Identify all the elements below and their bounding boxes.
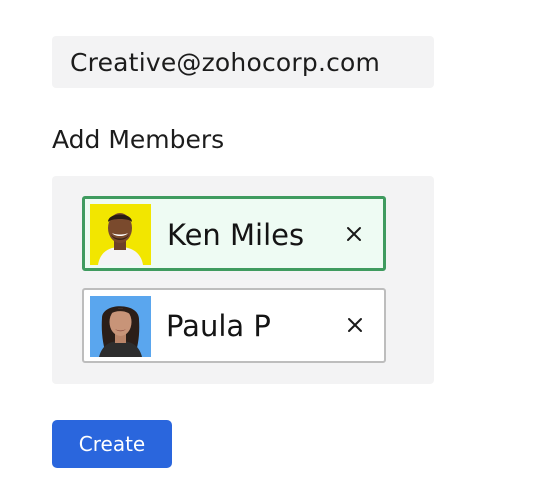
member-chip-ken-miles[interactable]: Ken Miles	[82, 196, 386, 271]
member-name: Ken Miles	[167, 218, 305, 252]
members-list: Ken Miles Paula P	[52, 176, 434, 384]
remove-member-button[interactable]	[343, 223, 365, 245]
close-icon	[347, 227, 361, 241]
create-button[interactable]: Create	[52, 420, 172, 468]
avatar	[90, 296, 151, 357]
avatar	[90, 204, 151, 265]
group-email-value: Creative@zohocorp.com	[70, 47, 381, 77]
member-name: Paula P	[166, 309, 271, 343]
remove-member-button[interactable]	[344, 314, 366, 336]
group-email-field[interactable]: Creative@zohocorp.com	[52, 36, 434, 88]
add-members-heading: Add Members	[52, 125, 225, 154]
close-icon	[348, 318, 362, 332]
member-chip-paula-p[interactable]: Paula P	[82, 288, 386, 363]
